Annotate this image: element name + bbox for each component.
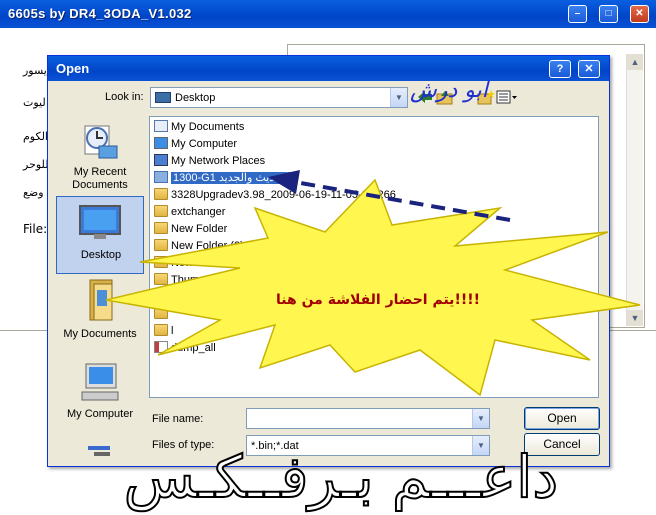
file-name-input[interactable]: ▼ <box>246 408 490 429</box>
author-handle: ابو درش <box>410 78 488 103</box>
chevron-down-icon[interactable]: ▼ <box>390 88 407 107</box>
recent-documents-icon <box>84 125 118 159</box>
my-documents-icon <box>154 120 168 132</box>
scroll-down-arrow-icon[interactable]: ▼ <box>627 310 643 326</box>
list-item[interactable]: dump_all <box>154 340 216 356</box>
network-places-icon <box>154 154 168 166</box>
dialog-close-button[interactable]: ✕ <box>578 60 600 78</box>
my-computer-icon <box>81 363 119 401</box>
folder-icon <box>154 222 168 234</box>
file-list[interactable]: My Documents My Computer My Network Plac… <box>149 116 599 398</box>
file-label: File: <box>23 222 48 236</box>
my-documents-icon <box>89 279 113 321</box>
list-item[interactable]: extchanger <box>154 204 225 220</box>
help-button[interactable]: ? <box>549 60 571 78</box>
side-label-4: للوحر <box>23 158 49 171</box>
folder-icon <box>154 307 168 319</box>
look-in-label: Look in: <box>105 91 144 103</box>
list-item[interactable]: Thum <box>154 272 199 288</box>
open-dialog: Open ? ✕ Look in: Desktop ▼ My Recent Do… <box>47 55 610 467</box>
list-item[interactable] <box>154 306 171 322</box>
list-item[interactable] <box>154 289 171 305</box>
places-bar: My Recent Documents Desktop My Documents… <box>56 116 144 456</box>
place-desktop[interactable]: Desktop <box>56 196 144 274</box>
dialog-title: Open <box>56 61 90 76</box>
place-label: Desktop <box>80 249 122 261</box>
side-label-3: الكوم <box>23 130 48 143</box>
open-button[interactable]: Open <box>524 407 600 430</box>
place-label: My Recent Documents <box>72 166 128 191</box>
views-menu-icon[interactable] <box>496 89 518 105</box>
list-item[interactable]: 3328Upgradev3.98_2009-06-19-11-05-01-266 <box>154 187 396 203</box>
dialog-titlebar[interactable]: Open ? ✕ <box>48 56 609 81</box>
main-titlebar[interactable]: 6605s by DR4_3ODA_V1.032 – □ ✕ <box>0 0 656 28</box>
side-label-5: وضع <box>23 186 44 199</box>
list-item[interactable]: l <box>154 323 173 339</box>
output-scrollbar[interactable]: ▲ ▼ <box>626 54 643 326</box>
folder-icon <box>154 171 168 183</box>
folder-icon <box>154 290 168 302</box>
side-label-1: يسور <box>23 64 47 77</box>
list-item-selected[interactable]: 1300-G1 التحديث والجديد <box>154 170 294 186</box>
side-label-2: ليوت <box>23 96 46 109</box>
folder-icon <box>154 324 168 336</box>
folder-icon <box>154 273 168 285</box>
list-item[interactable]: New Folder <box>154 255 227 271</box>
list-item[interactable]: My Network Places <box>154 153 265 169</box>
chevron-down-icon[interactable]: ▼ <box>472 409 489 428</box>
callout-text: يتم احضار الفلاشة من هنا!!!! <box>276 292 480 308</box>
file-icon <box>154 341 168 353</box>
look-in-value: Desktop <box>175 92 216 104</box>
my-computer-icon <box>154 137 168 149</box>
file-name-label: File name: <box>152 413 204 425</box>
place-my-computer[interactable]: My Computer <box>56 356 144 434</box>
list-item[interactable]: New Folder (2) <box>154 238 244 254</box>
place-label: My Computer <box>66 408 134 420</box>
folder-icon <box>154 239 168 251</box>
list-item[interactable]: My Computer <box>154 136 237 152</box>
place-label: My Documents <box>63 328 137 340</box>
place-my-documents[interactable]: My Documents <box>56 276 144 354</box>
list-item[interactable]: New Folder <box>154 221 227 237</box>
folder-icon <box>154 256 168 268</box>
desktop-icon <box>155 92 171 103</box>
watermark-banner: داعـــم بـرفــكـس <box>123 442 559 512</box>
place-my-recent-documents[interactable]: My Recent Documents <box>56 116 144 194</box>
scroll-up-arrow-icon[interactable]: ▲ <box>627 54 643 70</box>
list-item[interactable]: My Documents <box>154 119 244 135</box>
close-button[interactable]: ✕ <box>630 5 649 23</box>
minimize-button[interactable]: – <box>568 5 587 23</box>
main-title: 6605s by DR4_3ODA_V1.032 <box>8 6 192 21</box>
desktop-icon <box>79 205 121 239</box>
maximize-button[interactable]: □ <box>599 5 618 23</box>
look-in-select[interactable]: Desktop ▼ <box>150 87 408 108</box>
folder-icon <box>154 205 168 217</box>
folder-icon <box>154 188 168 200</box>
